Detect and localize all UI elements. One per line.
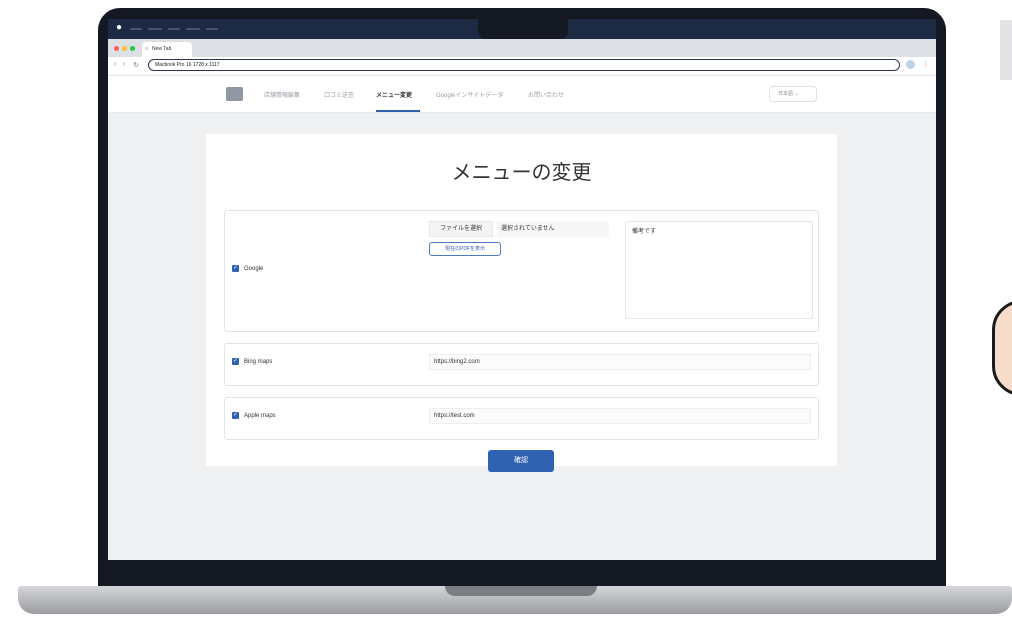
forward-icon[interactable]: › <box>123 61 125 68</box>
nav-item-contact[interactable]: お問い合わせ <box>528 90 564 99</box>
site-navigation: 店舗情報編集 口コミ送信 メニュー変更 Googleインサイトデータ お問い合わ… <box>108 76 936 113</box>
memo-text: 備考です <box>632 229 657 235</box>
language-value: 日本語 <box>778 91 794 97</box>
view-pdf-button[interactable]: 現在のPDFを表示 <box>429 242 501 256</box>
hand-illustration <box>992 300 1012 396</box>
memo-textarea[interactable]: 備考です ⁘ <box>625 221 813 319</box>
menu-change-card: メニューの変更 ✓ Google ファイルを選択 選択されていません 現在のPD… <box>206 134 837 472</box>
google-row: ✓ Google ファイルを選択 選択されていません 現在のPDFを表示 備考で… <box>224 210 819 332</box>
apple-url-input[interactable]: https://test.com <box>429 408 811 424</box>
nav-item-google-insights[interactable]: Googleインサイトデータ <box>436 90 503 99</box>
side-decor <box>1000 20 1012 80</box>
nav-item-menu-change[interactable]: メニュー変更 <box>376 90 412 99</box>
confirm-button[interactable]: 確認 <box>488 450 554 472</box>
google-label: Google <box>244 266 264 272</box>
chevron-down-icon: ⌄ <box>794 91 799 97</box>
menu-item-placeholder[interactable] <box>130 28 142 30</box>
menu-item-placeholder[interactable] <box>206 28 218 30</box>
menu-item-placeholder[interactable] <box>186 28 200 30</box>
bing-label: Bing maps <box>244 359 273 365</box>
tab-title: New Tab <box>152 46 172 52</box>
page-title: メニューの変更 <box>451 162 592 184</box>
url-input[interactable]: Macbook Pro 16 1728 x 1117 <box>148 59 900 71</box>
browser-address-bar: ‹ › ↻ Macbook Pro 16 1728 x 1117 ⋮ <box>108 57 936 76</box>
nav-item-store-info[interactable]: 店舗情報編集 <box>264 90 300 99</box>
apple-row: ✓ Apple maps https://test.com <box>224 397 819 440</box>
laptop-screen: ● ○ New Tab ‹ › ↻ Macbook Pro 16 1728 x … <box>108 19 936 560</box>
browser-tabstrip: ○ New Tab <box>108 39 936 57</box>
apple-icon[interactable]: ● <box>116 22 122 33</box>
apple-label: Apple maps <box>244 413 276 419</box>
minimize-window-icon[interactable] <box>122 46 127 51</box>
browser-tab[interactable]: ○ New Tab <box>142 42 192 57</box>
nav-item-review[interactable]: 口コミ送信 <box>324 90 354 99</box>
menu-item-placeholder[interactable] <box>168 28 180 30</box>
google-checkbox[interactable]: ✓ <box>232 265 239 272</box>
back-icon[interactable]: ‹ <box>114 61 116 68</box>
extension-icon[interactable] <box>906 60 915 69</box>
apple-checkbox[interactable]: ✓ <box>232 412 239 419</box>
more-icon[interactable]: ⋮ <box>922 60 929 68</box>
choose-file-button[interactable]: ファイルを選択 <box>429 221 493 237</box>
bing-row: ✓ Bing maps https://bing2.com <box>224 343 819 386</box>
active-tab-indicator <box>376 110 420 112</box>
laptop-base-groove <box>445 586 597 596</box>
close-window-icon[interactable] <box>114 46 119 51</box>
camera-notch <box>478 19 568 39</box>
globe-icon: ○ <box>145 46 149 52</box>
reload-icon[interactable]: ↻ <box>133 61 139 69</box>
language-select[interactable]: 日本語 ⌄ <box>769 86 817 102</box>
bing-checkbox[interactable]: ✓ <box>232 358 239 365</box>
resize-grip-icon[interactable]: ⁘ <box>806 310 810 316</box>
maximize-window-icon[interactable] <box>130 46 135 51</box>
menu-item-placeholder[interactable] <box>148 28 162 30</box>
site-logo[interactable] <box>226 87 243 101</box>
bing-url-input[interactable]: https://bing2.com <box>429 354 811 370</box>
file-status: 選択されていません <box>497 221 609 237</box>
